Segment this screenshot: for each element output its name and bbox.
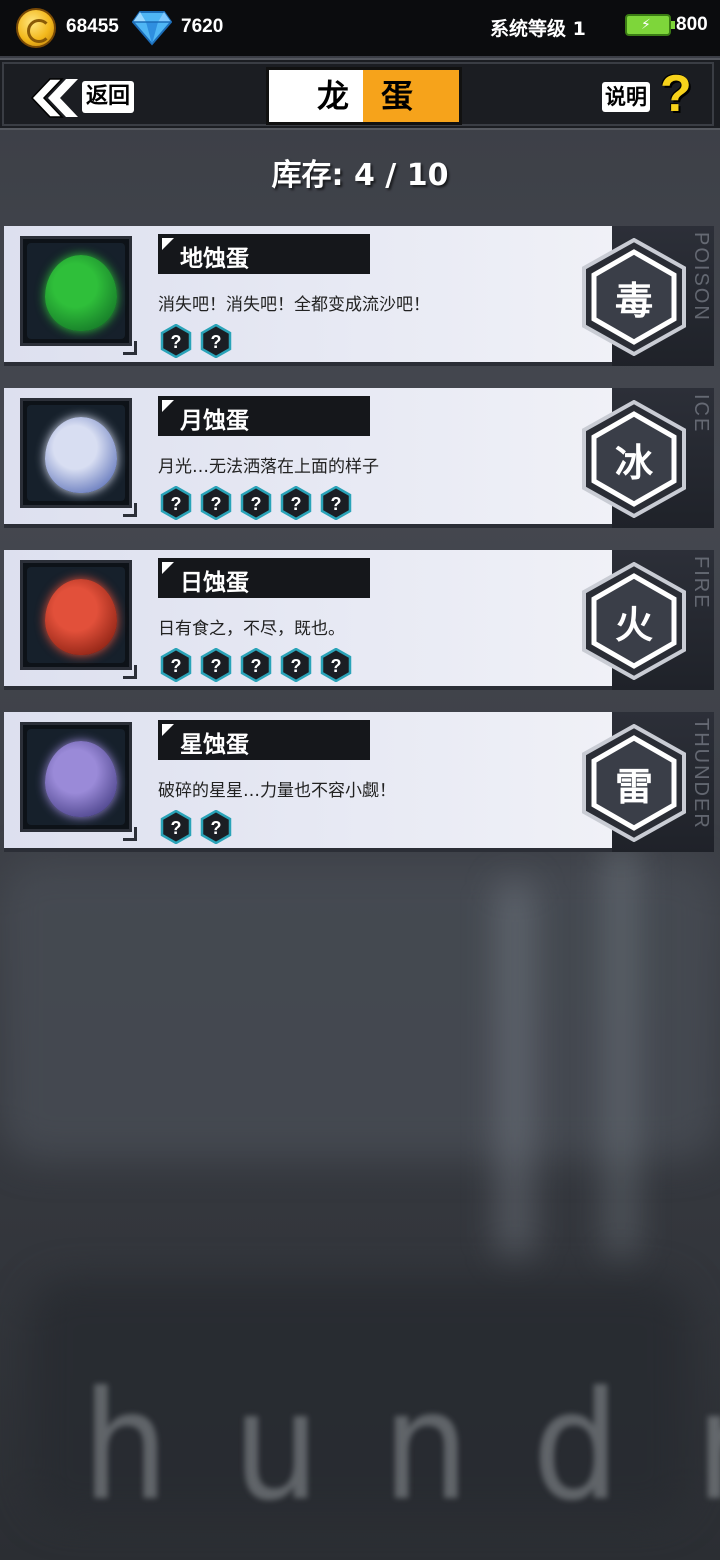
unknown-slot-icon: ?	[160, 486, 192, 520]
svg-text:?: ?	[171, 656, 182, 676]
svg-text:?: ?	[171, 818, 182, 838]
back-button[interactable]: 返回	[26, 75, 138, 121]
svg-text:?: ?	[211, 494, 222, 514]
unknown-slot-icon: ?	[200, 648, 232, 682]
unknown-slot-icon: ?	[160, 648, 192, 682]
element-word: ICE	[690, 394, 712, 434]
svg-text:?: ?	[211, 332, 222, 352]
svg-text:?: ?	[251, 494, 262, 514]
element-char: 冰	[614, 441, 653, 485]
egg-thumbnail	[20, 560, 137, 679]
battery-icon: ⚡	[625, 14, 675, 36]
page-title: 龙 蛋	[266, 67, 462, 125]
system-level: 系统等级 1	[490, 18, 586, 40]
energy-count: 800	[676, 14, 708, 35]
egg-name-tag: 星蚀蛋	[158, 720, 370, 760]
egg-thumbnail	[20, 722, 137, 841]
svg-text:?: ?	[171, 494, 182, 514]
unknown-slot-icon: ?	[280, 648, 312, 682]
egg-name: 月蚀蛋	[180, 408, 249, 434]
unknown-slots: ? ?	[160, 810, 232, 844]
unknown-slots: ? ?	[160, 324, 232, 358]
unknown-slot-icon: ?	[280, 486, 312, 520]
gem-count: 7620	[181, 16, 224, 37]
unknown-slot-icon: ?	[320, 648, 352, 682]
svg-text:?: ?	[331, 494, 342, 514]
egg-name: 地蚀蛋	[180, 246, 249, 272]
unknown-slot-icon: ?	[200, 810, 232, 844]
egg-image	[45, 741, 117, 817]
unknown-slot-icon: ?	[160, 810, 192, 844]
egg-thumbnail	[20, 398, 137, 517]
egg-name-tag: 日蚀蛋	[158, 558, 370, 598]
svg-text:?: ?	[211, 656, 222, 676]
egg-description: 日有食之，不尽，既也。	[158, 619, 345, 639]
egg-card-star[interactable]: THUNDER 星蚀蛋 破碎的星星…力量也不容小觑！ ? ? 雷	[4, 712, 714, 852]
element-char: 毒	[614, 279, 653, 323]
diamond-icon	[132, 11, 172, 46]
element-word: FIRE	[690, 556, 712, 610]
status-bar: 68455 7620 系统等级 1 ⚡ 800	[0, 0, 720, 56]
svg-text:?: ?	[211, 818, 222, 838]
svg-text:?: ?	[331, 656, 342, 676]
unknown-slot-icon: ?	[240, 648, 272, 682]
svg-text:?: ?	[291, 656, 302, 676]
double-chevron-left-icon	[30, 78, 78, 118]
egg-thumbnail	[20, 236, 137, 355]
coin-count: 68455	[66, 16, 119, 37]
egg-description: 消失吧！消失吧！全都变成流沙吧！	[158, 295, 430, 315]
unknown-slots: ? ? ? ? ?	[160, 648, 352, 682]
header-bar: 返回 龙 蛋 说明 ?	[0, 58, 720, 130]
title-right: 蛋	[363, 70, 459, 122]
element-char: 雷	[614, 765, 653, 809]
egg-card-moon[interactable]: ICE 月蚀蛋 月光…无法洒落在上面的样子 ? ? ? ? ? 冰	[4, 388, 714, 528]
question-mark-icon: ?	[660, 65, 692, 123]
help-label: 说明	[602, 82, 650, 112]
unknown-slot-icon: ?	[240, 486, 272, 520]
element-char: 火	[614, 603, 653, 647]
egg-image	[45, 417, 117, 493]
inventory-value: 4 / 10	[353, 158, 449, 193]
unknown-slot-icon: ?	[200, 486, 232, 520]
coin-icon	[16, 8, 56, 48]
title-left: 龙	[269, 70, 363, 122]
svg-text:?: ?	[291, 494, 302, 514]
egg-name-tag: 月蚀蛋	[158, 396, 370, 436]
element-word: POISON	[690, 232, 712, 322]
unknown-slot-icon: ?	[160, 324, 192, 358]
unknown-slot-icon: ?	[200, 324, 232, 358]
inventory-count: 库存: 4 / 10	[0, 150, 720, 194]
egg-image	[45, 255, 117, 331]
back-label: 返回	[82, 81, 135, 113]
egg-description: 月光…无法洒落在上面的样子	[158, 457, 379, 477]
svg-text:?: ?	[171, 332, 182, 352]
egg-image	[45, 579, 117, 655]
unknown-slot-icon: ?	[320, 486, 352, 520]
background-text: hundr	[80, 1360, 720, 1534]
egg-card-sun[interactable]: FIRE 日蚀蛋 日有食之，不尽，既也。 ? ? ? ? ? 火	[4, 550, 714, 690]
egg-name: 星蚀蛋	[180, 732, 249, 758]
unknown-slots: ? ? ? ? ?	[160, 486, 352, 520]
help-button[interactable]: 说明 ?	[602, 65, 702, 123]
egg-description: 破碎的星星…力量也不容小觑！	[158, 781, 396, 801]
egg-name-tag: 地蚀蛋	[158, 234, 370, 274]
element-word: THUNDER	[690, 718, 712, 830]
egg-name: 日蚀蛋	[180, 570, 249, 596]
egg-card-earth[interactable]: POISON 地蚀蛋 消失吧！消失吧！全都变成流沙吧！ ? ? 毒	[4, 226, 714, 366]
inventory-label: 库存:	[271, 158, 344, 193]
svg-text:?: ?	[251, 656, 262, 676]
